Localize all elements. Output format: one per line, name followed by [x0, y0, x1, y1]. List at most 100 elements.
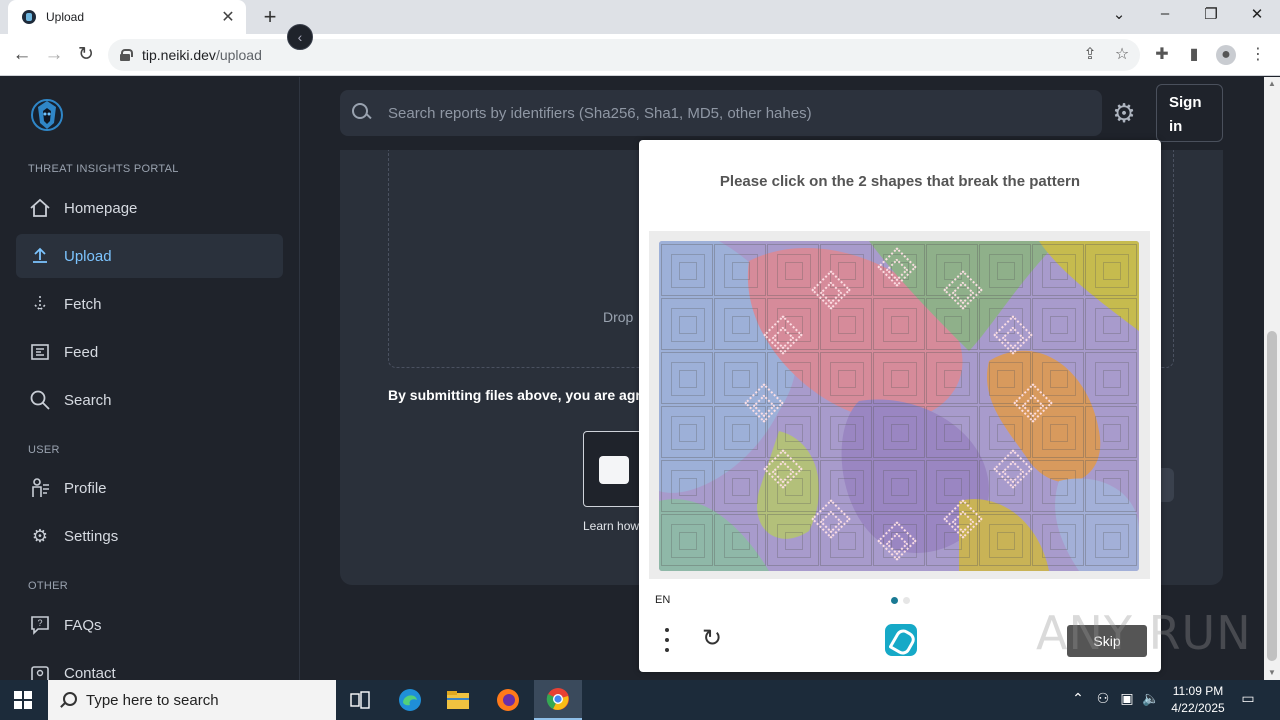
scroll-down-icon[interactable]: ▼ [1264, 666, 1280, 680]
taskbar-clock[interactable]: 11:09 PM 4/22/2025 [1160, 683, 1236, 717]
captcha-grid-cell[interactable] [1085, 244, 1137, 296]
captcha-grid-cell[interactable] [1085, 460, 1137, 512]
captcha-grid-cell[interactable] [714, 298, 766, 350]
captcha-grid-cell[interactable] [1032, 244, 1084, 296]
report-search-bar[interactable] [340, 90, 1102, 136]
captcha-puzzle-image[interactable] [659, 241, 1139, 571]
sidebar-item-feed[interactable]: Feed [16, 330, 283, 374]
learn-how-link[interactable]: Learn how [583, 519, 639, 533]
collapse-sidebar-button[interactable]: ‹ [287, 24, 313, 50]
captcha-grid-cell[interactable] [1032, 298, 1084, 350]
captcha-grid-cell[interactable] [661, 514, 713, 566]
extensions-icon[interactable]: ✚ [1152, 45, 1172, 65]
captcha-grid-cell[interactable] [873, 460, 925, 512]
captcha-grid-cell[interactable] [714, 514, 766, 566]
minimize-icon[interactable]: – [1152, 5, 1178, 22]
captcha-page-dot-active [891, 597, 898, 604]
forward-icon[interactable]: → [41, 43, 67, 69]
captcha-grid-cell[interactable] [926, 460, 978, 512]
browser-menu-icon[interactable]: ⋮ [1248, 45, 1268, 65]
tab-search-icon[interactable]: ⌄ [1106, 5, 1132, 23]
close-tab-icon[interactable]: ✕ [218, 7, 238, 27]
browser-tab[interactable]: Upload ✕ [8, 0, 246, 34]
window-close-icon[interactable]: ✕ [1244, 5, 1270, 23]
sign-in-button[interactable]: Sign in [1156, 84, 1223, 142]
captcha-grid-cell[interactable] [926, 352, 978, 404]
restore-icon[interactable]: ❐ [1198, 5, 1224, 23]
captcha-grid-cell[interactable] [1032, 460, 1084, 512]
scrollbar-thumb[interactable] [1267, 331, 1277, 661]
firefox-icon[interactable] [484, 680, 532, 720]
captcha-menu-icon[interactable] [663, 628, 671, 654]
sidebar-item-fetch[interactable]: Fetch [16, 282, 283, 326]
address-bar[interactable]: tip.neiki.dev/upload [108, 39, 1140, 71]
svg-text:?: ? [37, 618, 42, 628]
network-icon[interactable]: ▣ [1117, 690, 1137, 707]
volume-icon[interactable]: 🔈 [1141, 690, 1161, 707]
edge-browser-icon[interactable] [386, 680, 434, 720]
sidebar-item-homepage[interactable]: Homepage [16, 186, 283, 230]
notifications-icon[interactable]: ▭ [1238, 690, 1258, 707]
captcha-grid-cell[interactable] [661, 352, 713, 404]
file-explorer-icon[interactable] [434, 680, 482, 720]
gear-icon: ⚙ [31, 525, 49, 546]
captcha-grid-cell[interactable] [1085, 352, 1137, 404]
captcha-grid-cell[interactable] [767, 514, 819, 566]
captcha-grid-cell[interactable] [979, 244, 1031, 296]
taskbar-search-box[interactable] [48, 680, 336, 720]
bookmark-star-icon[interactable]: ☆ [1112, 45, 1132, 65]
captcha-grid-cell[interactable] [820, 352, 872, 404]
sidebar-item-upload[interactable]: Upload [16, 234, 283, 278]
sidebar: THREAT INSIGHTS PORTAL Homepage Upload F… [0, 77, 300, 683]
captcha-grid-cell[interactable] [661, 460, 713, 512]
settings-gear-icon[interactable]: ⚙ [1110, 99, 1138, 127]
captcha-grid-cell[interactable] [714, 244, 766, 296]
upload-icon [28, 244, 52, 268]
portal-logo [31, 99, 63, 131]
captcha-grid-cell[interactable] [873, 406, 925, 458]
captcha-dialog: Please click on the 2 shapes that break … [639, 140, 1161, 672]
chrome-icon[interactable] [534, 680, 582, 720]
windows-start-icon[interactable] [14, 691, 32, 709]
captcha-grid-cell[interactable] [820, 406, 872, 458]
captcha-grid-cell[interactable] [1085, 406, 1137, 458]
sidebar-item-profile[interactable]: Profile [16, 466, 283, 510]
captcha-grid-cell[interactable] [661, 244, 713, 296]
sidebar-item-search[interactable]: Search [16, 378, 283, 422]
browser-tab-strip: Upload ✕ + ⌄ – ❐ ✕ [0, 0, 1280, 34]
captcha-grid-cell[interactable] [661, 298, 713, 350]
video-tutorial-thumbnail[interactable] [583, 431, 643, 507]
captcha-language[interactable]: EN [655, 594, 670, 606]
back-icon[interactable]: ← [9, 43, 35, 69]
share-icon[interactable]: ⇪ [1080, 45, 1100, 65]
captcha-grid-cell[interactable] [767, 406, 819, 458]
task-view-icon[interactable] [336, 680, 384, 720]
captcha-grid-cell[interactable] [979, 514, 1031, 566]
tray-overflow-icon[interactable]: ⌃ [1068, 690, 1088, 707]
sidebar-item-settings[interactable]: ⚙ Settings [16, 514, 283, 558]
scroll-up-icon[interactable]: ▲ [1264, 77, 1280, 91]
captcha-refresh-icon[interactable]: ↻ [699, 626, 725, 652]
captcha-image-frame [649, 231, 1150, 579]
sidebar-item-label: Fetch [64, 295, 102, 313]
hcaptcha-logo-icon [885, 624, 917, 656]
captcha-grid-cell[interactable] [926, 406, 978, 458]
captcha-grid-cell[interactable] [926, 298, 978, 350]
reload-icon[interactable]: ↻ [73, 43, 99, 69]
sidebar-item-faqs[interactable]: ? FAQs [16, 603, 283, 647]
captcha-grid-cell[interactable] [661, 406, 713, 458]
network-share-icon[interactable]: ⚇ [1093, 690, 1113, 707]
page-scrollbar[interactable]: ▲ ▼ [1264, 77, 1280, 680]
sidebar-item-label: Contact [64, 664, 116, 682]
captcha-grid-cell[interactable] [1032, 514, 1084, 566]
captcha-grid-cell[interactable] [1085, 298, 1137, 350]
new-tab-button[interactable]: + [258, 4, 282, 30]
captcha-grid-cell[interactable] [714, 460, 766, 512]
captcha-grid-cell[interactable] [873, 298, 925, 350]
taskbar-search-input[interactable] [86, 691, 326, 709]
report-search-input[interactable] [388, 104, 1088, 122]
profile-avatar-icon[interactable]: ● [1216, 45, 1236, 65]
captcha-grid-cell[interactable] [873, 352, 925, 404]
side-panel-icon[interactable]: ▮ [1184, 45, 1204, 65]
captcha-grid-cell[interactable] [1085, 514, 1137, 566]
